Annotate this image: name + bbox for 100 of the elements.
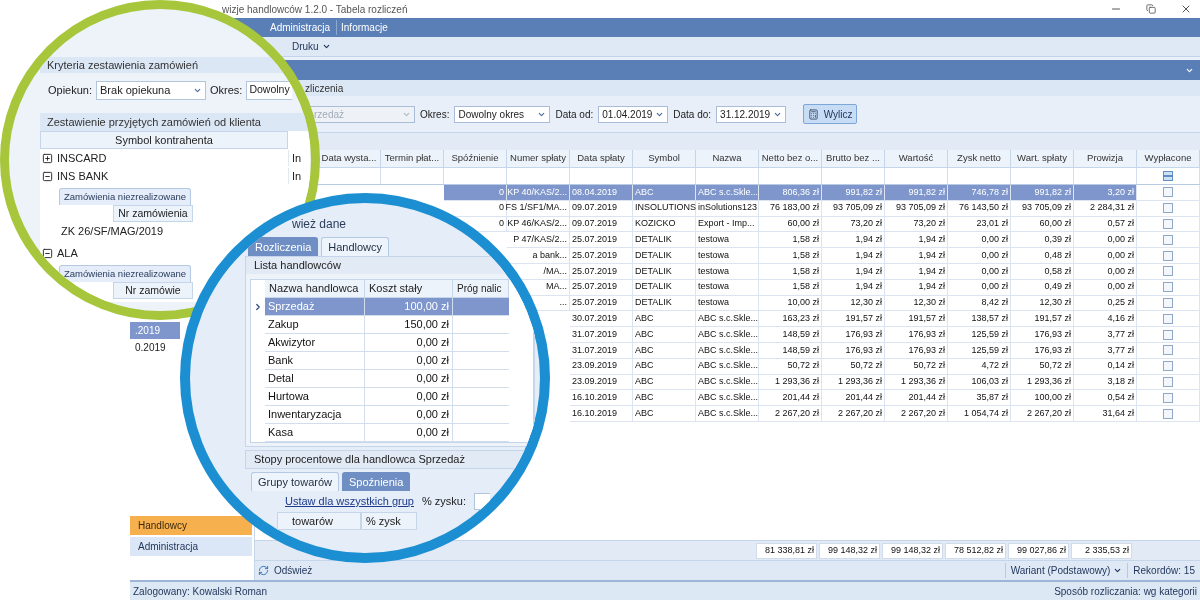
checkbox[interactable]	[1163, 313, 1173, 324]
table-cell: DETALIK	[635, 280, 672, 294]
table-cell-text: 31.07.2019	[572, 343, 618, 357]
tab[interactable]: Zamówienia niezrealizowane	[59, 265, 191, 282]
checkbox[interactable]	[1163, 361, 1173, 372]
table-cell: 12,30 zł	[1039, 296, 1071, 310]
checkbox[interactable]	[1163, 219, 1173, 229]
checkbox[interactable]	[1163, 297, 1173, 308]
table-cell: 1,94 zł	[855, 280, 882, 294]
period-dropdown[interactable]: Dowolny okres	[454, 105, 551, 123]
checkbox[interactable]	[1163, 234, 1173, 245]
column-header[interactable]: Spóźnienie	[444, 150, 507, 168]
salesperson-row[interactable]: Akwizytor 0,00 zł	[265, 334, 509, 352]
table-cell-text: 4,16 zł	[1107, 312, 1134, 325]
table-cell: 991,82 zł	[822, 185, 885, 201]
checkbox[interactable]	[1163, 187, 1173, 198]
print-menu-button[interactable]: Druku	[290, 39, 333, 54]
table-cell: 25.07.2019	[572, 233, 618, 247]
table-cell: 0,00 zł	[1107, 233, 1134, 247]
column-header[interactable]: Wartość	[885, 150, 948, 168]
table-cell-text: 0,00 zł	[1107, 248, 1134, 262]
column-header[interactable]: Termin płat...	[381, 150, 444, 168]
column-header[interactable]: Nr zamówienia	[113, 205, 193, 222]
column-header[interactable]: Nazwa handlowca	[265, 280, 365, 298]
table-cell-text: 31.07.2019	[572, 327, 618, 341]
variant-button[interactable]: Wariant (Podstawowy)	[1004, 563, 1128, 578]
restore-icon[interactable]	[1146, 4, 1156, 14]
salesperson-row[interactable]: Hurtowa 0,00 zł	[265, 388, 509, 406]
period-field[interactable]: Dowolny	[246, 80, 292, 100]
checkbox[interactable]	[1163, 266, 1173, 277]
salesperson-row[interactable]: Inwentaryzacja 0,00 zł	[265, 406, 509, 424]
tab[interactable]: Handlowcy	[321, 237, 390, 256]
salesperson-row[interactable]: Detal 0,00 zł	[265, 370, 509, 388]
field-label: Okres:	[420, 107, 450, 122]
menu-item[interactable]: Informacje	[336, 20, 392, 35]
column-header[interactable]: Koszt stały	[365, 280, 453, 298]
checkbox[interactable]	[1163, 329, 1173, 340]
nav-button[interactable]: Handlowcy	[130, 516, 252, 535]
checkbox[interactable]	[1163, 282, 1173, 293]
menu-item[interactable]: Administracja	[266, 20, 335, 35]
field-label: Opiekun:	[48, 82, 93, 98]
column-header[interactable]: Zysk netto	[948, 150, 1011, 168]
checkbox[interactable]	[1163, 250, 1173, 261]
table-cell: testowa	[698, 233, 730, 247]
table-cell: 23.09.2019	[572, 359, 618, 373]
column-header[interactable]: Wypłacone	[1137, 150, 1200, 168]
total-cell: 99 027,86 zł	[1008, 542, 1069, 559]
table-cell-text: ABC	[635, 327, 654, 341]
set-all-groups-link[interactable]: Ustaw dla wszystkich grup	[285, 493, 414, 510]
table-cell-text: 191,57 zł	[908, 312, 945, 325]
refresh-button[interactable]: Odśwież	[258, 563, 313, 578]
table-cell: In	[288, 149, 302, 167]
list-item[interactable]: 0.2019	[130, 339, 180, 356]
profit-input[interactable]	[474, 493, 490, 510]
salesperson-row[interactable]: Bank 0,00 zł	[265, 352, 509, 370]
column-header[interactable]: Symbol kontrahenta	[40, 131, 288, 149]
column-header[interactable]: Data wysta...	[318, 150, 381, 168]
date-from-field[interactable]: 01.04.2019	[598, 105, 669, 123]
column-header[interactable]: Próg nalic	[453, 280, 509, 298]
salesperson-row[interactable]: Kasa 0,00 zł	[265, 424, 509, 442]
table-cell-text: 163,23 zł	[782, 312, 819, 325]
column-header[interactable]: Wart. spłaty	[1011, 150, 1074, 168]
checkbox[interactable]	[1163, 203, 1173, 214]
column-header[interactable]: Prowizja	[1074, 150, 1137, 168]
salesperson-row[interactable]: Zakup 150,00 zł	[265, 316, 509, 334]
table-cell-text: 0,00 zł	[416, 425, 449, 441]
table-cell: 1,94 zł	[918, 280, 945, 294]
expand-icon[interactable]	[42, 152, 53, 164]
checkbox[interactable]	[1163, 408, 1173, 419]
column-header[interactable]: % zysk	[361, 512, 417, 530]
field-label: Data od:	[555, 107, 594, 122]
close-icon[interactable]	[1180, 3, 1192, 15]
filter-checkbox-icon[interactable]	[1163, 171, 1173, 181]
column-header[interactable]: Netto bez o...	[759, 150, 822, 168]
column-header[interactable]: Symbol	[633, 150, 696, 168]
nav-button[interactable]: Administracja	[130, 537, 252, 556]
table-cell: 50,72 zł	[850, 359, 882, 373]
table-cell-text: 0,48 zł	[1044, 248, 1071, 262]
collapse-icon[interactable]	[42, 170, 53, 182]
column-header[interactable]: Brutto bez ...	[822, 150, 885, 168]
table-cell: 93 705,09 zł	[1021, 201, 1071, 215]
checkbox[interactable]	[1163, 376, 1173, 387]
column-header[interactable]: Nazwa	[696, 150, 759, 168]
date-to-field[interactable]: 31.12.2019	[716, 105, 787, 123]
column-header[interactable]: Nr zamówie	[113, 282, 193, 299]
row-indicator-icon	[253, 302, 263, 312]
column-header[interactable]: towarów	[277, 512, 361, 530]
caretaker-dropdown[interactable]: Brak opiekuna	[96, 80, 207, 100]
column-header[interactable]: Data spłaty	[570, 150, 633, 168]
column-header[interactable]: Numer spłaty	[507, 150, 570, 168]
table-cell-text: Hurtowa	[268, 389, 309, 405]
checkbox[interactable]	[1163, 345, 1173, 356]
tab[interactable]: Zamówienia niezrealizowane	[59, 188, 191, 205]
calculate-button[interactable]: Wylicz	[803, 104, 858, 124]
tab[interactable]: Grupy towarów	[251, 472, 339, 491]
table-cell-text: DETALIK	[635, 248, 672, 262]
client-symbol: INSCARD	[57, 150, 107, 166]
checkbox[interactable]	[1163, 392, 1173, 403]
table-cell-text: Detal	[268, 371, 294, 387]
collapse-icon[interactable]	[42, 247, 53, 259]
